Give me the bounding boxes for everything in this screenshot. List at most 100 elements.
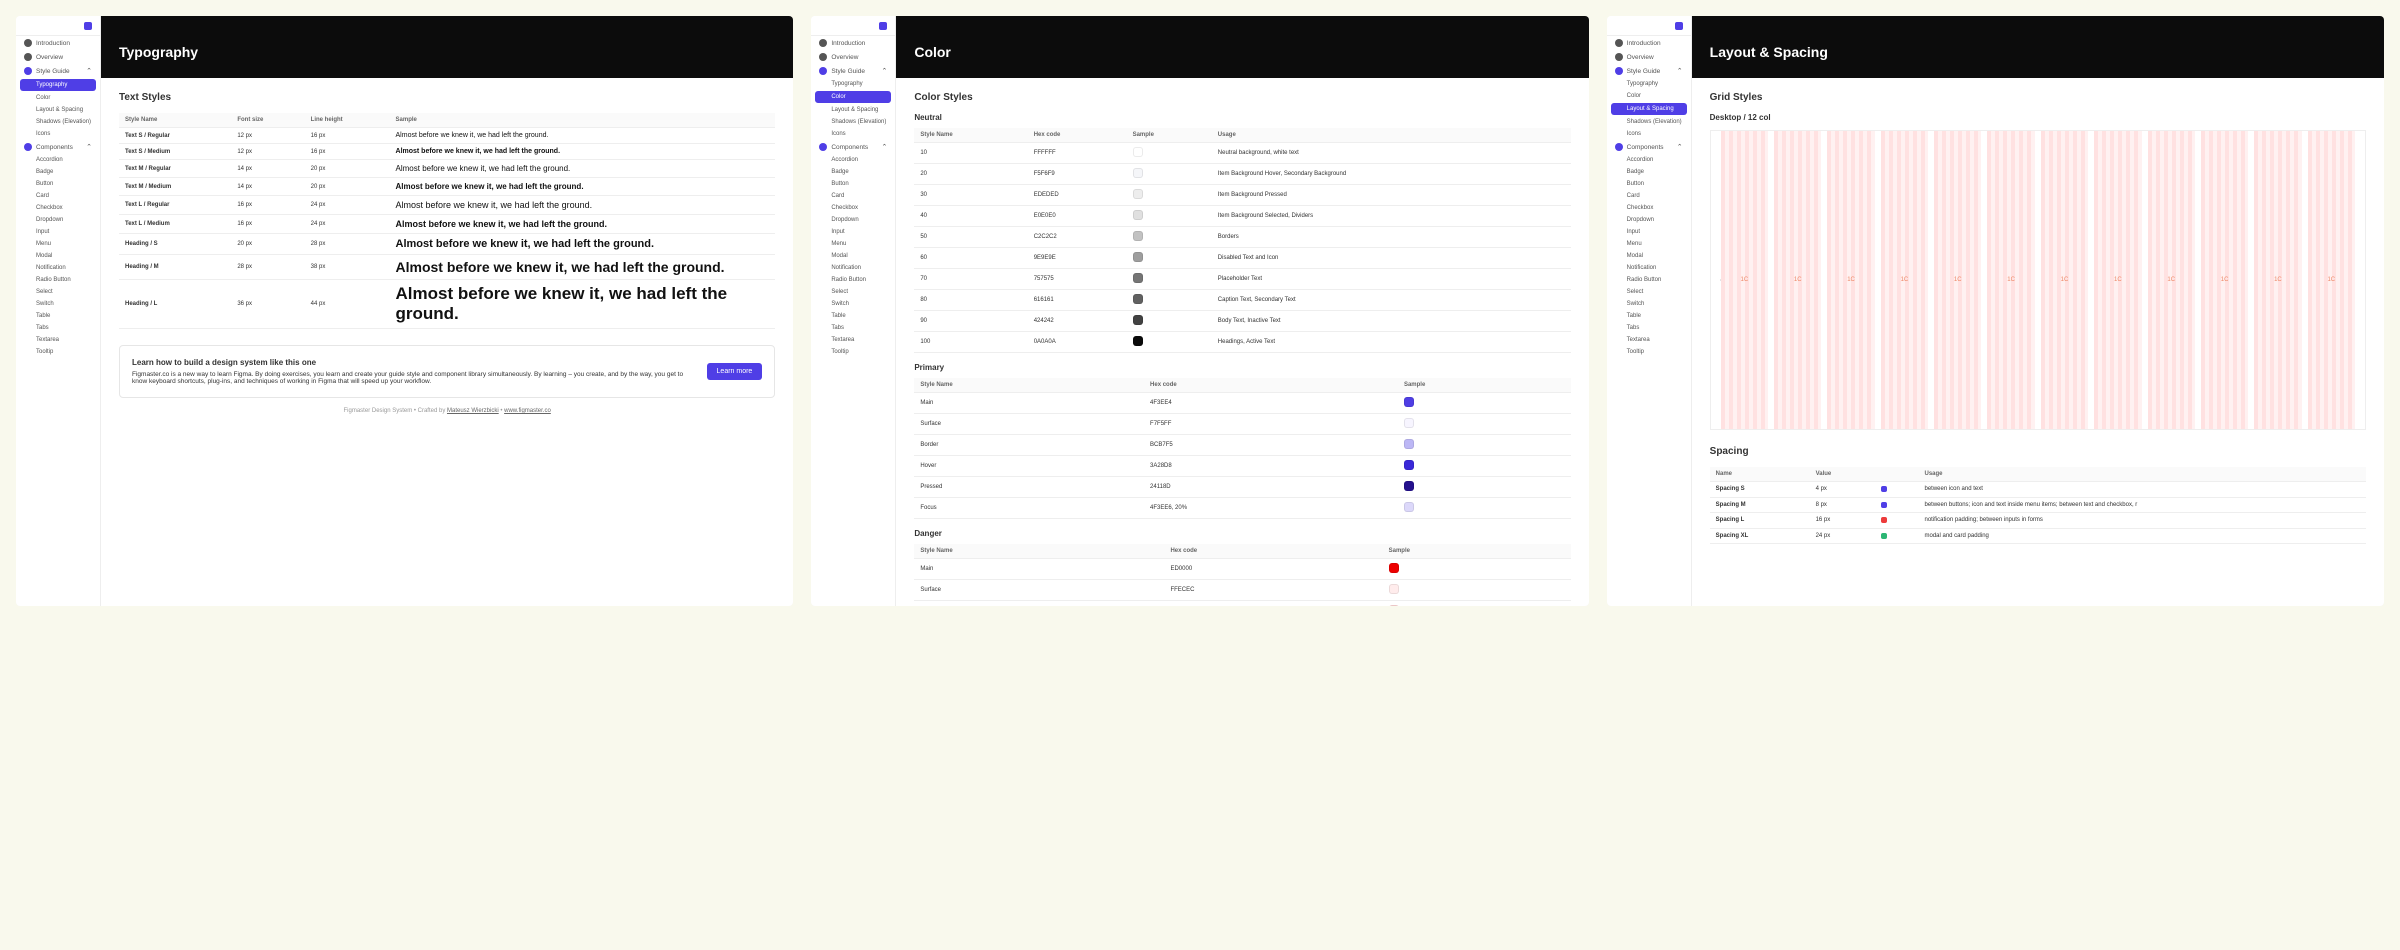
nav-sub-icons[interactable]: Icons — [1607, 128, 1691, 140]
nav-sub-modal[interactable]: Modal — [16, 250, 100, 262]
nav-sub-switch[interactable]: Switch — [16, 298, 100, 310]
style-name: Text S / Regular — [119, 128, 231, 144]
nav-sub-menu[interactable]: Menu — [16, 238, 100, 250]
nav-item-style-guide[interactable]: Style Guide⌃ — [16, 64, 100, 78]
nav-sub-icons[interactable]: Icons — [811, 128, 895, 140]
nav-sub-dropdown[interactable]: Dropdown — [811, 214, 895, 226]
nav-item-components[interactable]: Components⌃ — [1607, 140, 1691, 154]
nav-item-overview[interactable]: Overview — [811, 50, 895, 64]
grid-column: 1C — [2041, 131, 2088, 429]
nav-item-introduction[interactable]: Introduction — [16, 36, 100, 50]
nav-item-overview[interactable]: Overview — [1607, 50, 1691, 64]
nav-sub-label: Shadows (Elevation) — [831, 119, 886, 125]
nav-sub-button[interactable]: Button — [16, 178, 100, 190]
color-name: Main — [914, 393, 1144, 414]
nav-sub-typography[interactable]: Typography — [1607, 78, 1691, 90]
nav-sub-select[interactable]: Select — [1607, 286, 1691, 298]
nav-sub-textarea[interactable]: Textarea — [811, 334, 895, 346]
nav-item-components[interactable]: Components⌃ — [16, 140, 100, 154]
nav-label: Overview — [1627, 54, 1654, 61]
nav-sub-textarea[interactable]: Textarea — [16, 334, 100, 346]
nav-sub-layout-spacing[interactable]: Layout & Spacing — [811, 104, 895, 116]
nav-sub-color[interactable]: Color — [16, 92, 100, 104]
grid-col-label: 1C — [2007, 277, 2015, 283]
nav-sub-menu[interactable]: Menu — [811, 238, 895, 250]
nav-sub-button[interactable]: Button — [811, 178, 895, 190]
nav-sub-switch[interactable]: Switch — [811, 298, 895, 310]
nav-sub-button[interactable]: Button — [1607, 178, 1691, 190]
nav-sub-badge[interactable]: Badge — [811, 166, 895, 178]
nav-sub-radio-button[interactable]: Radio Button — [1607, 274, 1691, 286]
nav-sub-input[interactable]: Input — [16, 226, 100, 238]
nav-sub-badge[interactable]: Badge — [1607, 166, 1691, 178]
nav-sub-modal[interactable]: Modal — [1607, 250, 1691, 262]
nav-sub-radio-button[interactable]: Radio Button — [811, 274, 895, 286]
nav-sub-notification[interactable]: Notification — [16, 262, 100, 274]
nav-sub-card[interactable]: Card — [811, 190, 895, 202]
color-sample — [1127, 206, 1212, 227]
nav-sub-tabs[interactable]: Tabs — [16, 322, 100, 334]
nav-sub-color[interactable]: Color — [815, 91, 891, 103]
nav-item-overview[interactable]: Overview — [16, 50, 100, 64]
nav-sub-tooltip[interactable]: Tooltip — [16, 346, 100, 358]
nav-sub-tooltip[interactable]: Tooltip — [811, 346, 895, 358]
nav-sub-shadows-elevation-[interactable]: Shadows (Elevation) — [16, 116, 100, 128]
nav-sub-badge[interactable]: Badge — [16, 166, 100, 178]
nav-item-introduction[interactable]: Introduction — [1607, 36, 1691, 50]
nav-sub-typography[interactable]: Typography — [811, 78, 895, 90]
nav-sub-notification[interactable]: Notification — [1607, 262, 1691, 274]
nav-sub-card[interactable]: Card — [16, 190, 100, 202]
swatch-icon — [1389, 605, 1399, 606]
nav-sub-label: Shadows (Elevation) — [1627, 119, 1682, 125]
nav-sub-accordion[interactable]: Accordion — [811, 154, 895, 166]
nav-sub-switch[interactable]: Switch — [1607, 298, 1691, 310]
nav-sub-checkbox[interactable]: Checkbox — [811, 202, 895, 214]
col-header: Sample — [390, 113, 776, 128]
footer-author-link[interactable]: Mateusz Wierzbicki — [447, 408, 499, 414]
nav-sub-shadows-elevation-[interactable]: Shadows (Elevation) — [811, 116, 895, 128]
nav-item-style-guide[interactable]: Style Guide⌃ — [1607, 64, 1691, 78]
nav-sub-shadows-elevation-[interactable]: Shadows (Elevation) — [1607, 116, 1691, 128]
nav-sub-accordion[interactable]: Accordion — [16, 154, 100, 166]
spacing-usage: modal and card padding — [1919, 528, 2366, 544]
nav-sub-menu[interactable]: Menu — [1607, 238, 1691, 250]
nav-sub-tooltip[interactable]: Tooltip — [1607, 346, 1691, 358]
nav-sub-table[interactable]: Table — [811, 310, 895, 322]
learn-more-button[interactable]: Learn more — [707, 363, 763, 380]
nav-sub-input[interactable]: Input — [811, 226, 895, 238]
nav-sub-radio-button[interactable]: Radio Button — [16, 274, 100, 286]
nav-sub-textarea[interactable]: Textarea — [1607, 334, 1691, 346]
nav-sub-accordion[interactable]: Accordion — [1607, 154, 1691, 166]
nav-item-style-guide[interactable]: Style Guide⌃ — [811, 64, 895, 78]
nav-sub-table[interactable]: Table — [16, 310, 100, 322]
grid-col-label: 1C — [2114, 277, 2122, 283]
nav-item-components[interactable]: Components⌃ — [811, 140, 895, 154]
nav-sub-notification[interactable]: Notification — [811, 262, 895, 274]
nav-sub-layout-spacing[interactable]: Layout & Spacing — [1611, 103, 1687, 115]
footer-site-link[interactable]: www.figmaster.co — [504, 408, 551, 414]
nav-sub-table[interactable]: Table — [1607, 310, 1691, 322]
nav-sub-select[interactable]: Select — [811, 286, 895, 298]
nav-sub-card[interactable]: Card — [1607, 190, 1691, 202]
nav-sub-layout-spacing[interactable]: Layout & Spacing — [16, 104, 100, 116]
nav-item-introduction[interactable]: Introduction — [811, 36, 895, 50]
nav-sub-typography[interactable]: Typography — [20, 79, 96, 91]
swatch-icon — [1133, 252, 1143, 262]
dot-icon — [24, 39, 32, 47]
chevron-up-icon: ⌃ — [881, 67, 887, 75]
line-height: 24 px — [305, 215, 390, 234]
nav-sub-select[interactable]: Select — [16, 286, 100, 298]
nav-sub-icons[interactable]: Icons — [16, 128, 100, 140]
nav-sub-input[interactable]: Input — [1607, 226, 1691, 238]
nav-sub-tabs[interactable]: Tabs — [811, 322, 895, 334]
nav-sub-checkbox[interactable]: Checkbox — [1607, 202, 1691, 214]
brand-icon — [1675, 22, 1683, 30]
nav-sub-modal[interactable]: Modal — [811, 250, 895, 262]
color-usage: Item Background Selected, Dividers — [1212, 206, 1571, 227]
nav-sub-checkbox[interactable]: Checkbox — [16, 202, 100, 214]
nav-sub-dropdown[interactable]: Dropdown — [1607, 214, 1691, 226]
swatch-icon — [1389, 563, 1399, 573]
nav-sub-color[interactable]: Color — [1607, 90, 1691, 102]
nav-sub-dropdown[interactable]: Dropdown — [16, 214, 100, 226]
nav-sub-tabs[interactable]: Tabs — [1607, 322, 1691, 334]
